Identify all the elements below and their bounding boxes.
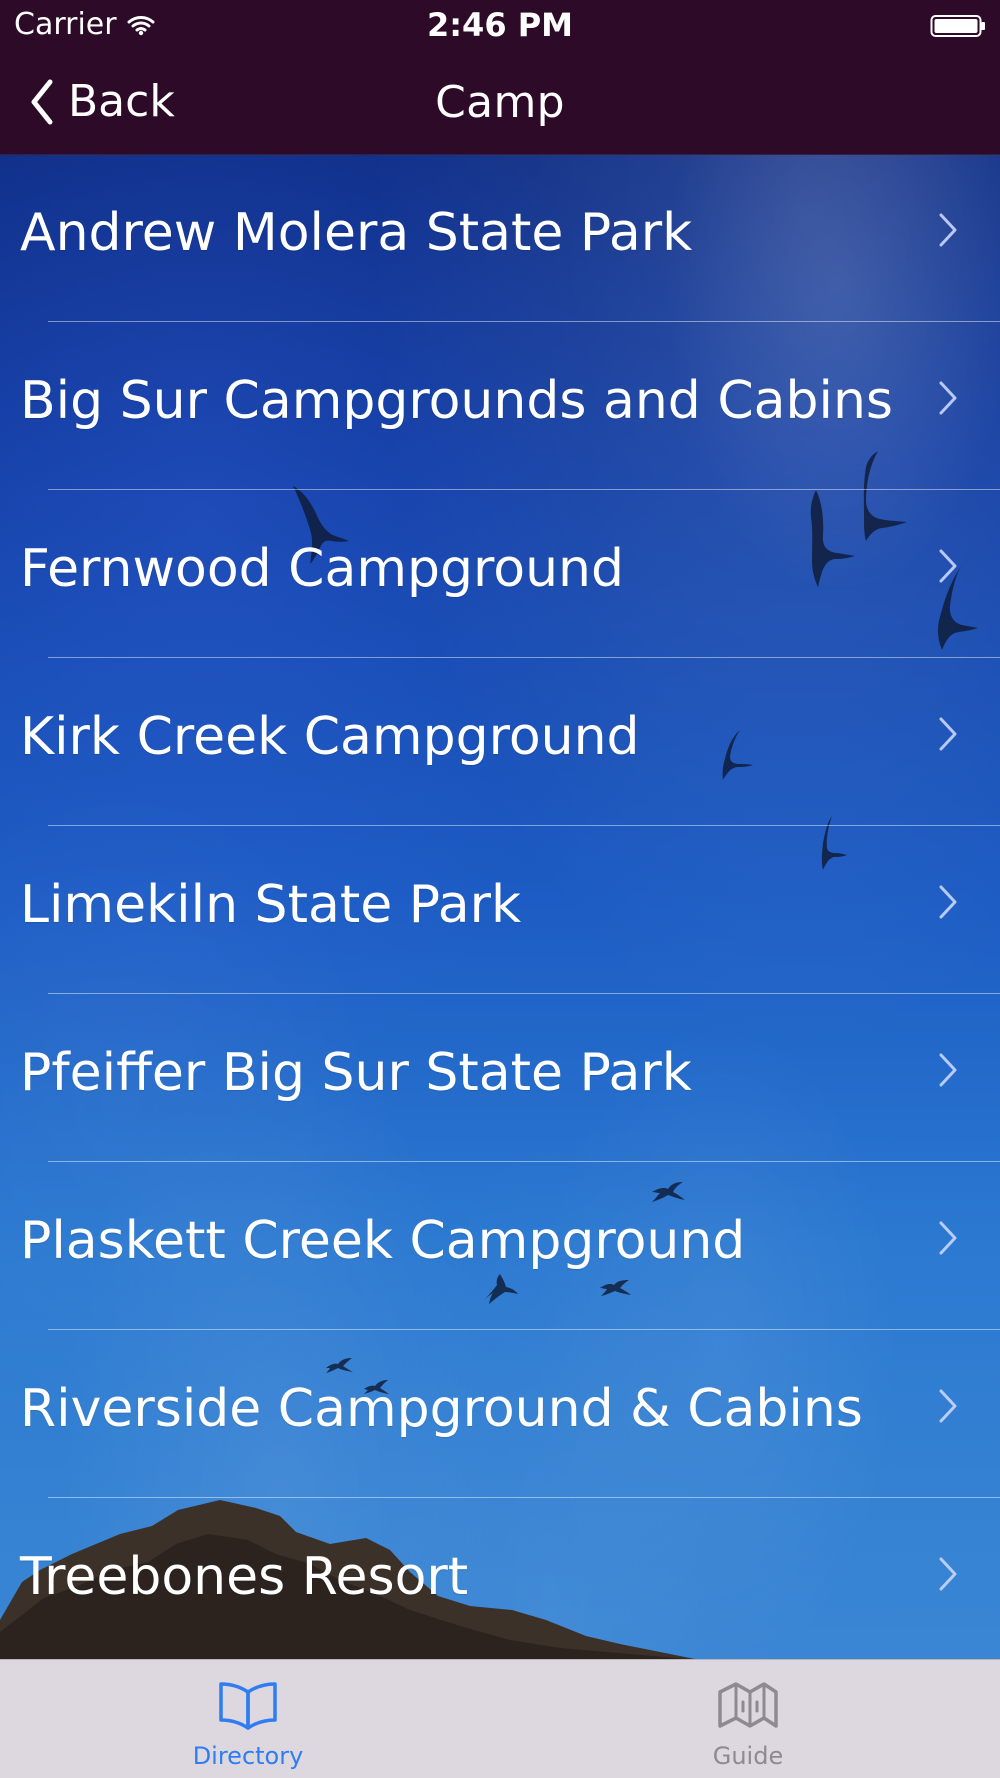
list-item-label: Kirk Creek Campground <box>20 707 640 767</box>
list-item[interactable]: Riverside Campground & Cabins <box>0 1330 1000 1498</box>
chevron-right-icon <box>938 1388 958 1424</box>
list-item-label: Andrew Molera State Park <box>20 203 693 263</box>
chevron-right-icon <box>938 380 958 416</box>
list-item[interactable]: Plaskett Creek Campground <box>0 1162 1000 1330</box>
list-item[interactable]: Treebones Resort <box>0 1498 1000 1666</box>
list-item-label: Limekiln State Park <box>20 875 522 935</box>
list-item[interactable]: Kirk Creek Campground <box>0 658 1000 826</box>
chevron-right-icon <box>938 548 958 584</box>
tab-directory[interactable]: Directory <box>138 1660 358 1778</box>
tab-bar: Directory Guide <box>0 1659 1000 1778</box>
tab-label: Guide <box>712 1742 784 1770</box>
chevron-right-icon <box>938 884 958 920</box>
list-item[interactable]: Fernwood Campground <box>0 490 1000 658</box>
list-item[interactable]: Pfeiffer Big Sur State Park <box>0 994 1000 1162</box>
page-title: Camp <box>435 77 565 128</box>
chevron-right-icon <box>938 1220 958 1256</box>
list-item-label: Fernwood Campground <box>20 539 624 599</box>
list-item-label: Pfeiffer Big Sur State Park <box>20 1043 692 1103</box>
chevron-right-icon <box>938 1052 958 1088</box>
tab-label: Directory <box>192 1742 304 1770</box>
status-time: 2:46 PM <box>426 6 574 44</box>
status-bar: Carrier 2:46 PM <box>0 0 1000 52</box>
camp-list: Andrew Molera State Park Big Sur Campgro… <box>0 154 1000 1660</box>
list-item-label: Riverside Campground & Cabins <box>20 1379 863 1439</box>
app-screen: Carrier 2:46 PM Back Camp Andrew Molera … <box>0 0 1000 1778</box>
list-item[interactable]: Big Sur Campgrounds and Cabins <box>0 322 1000 490</box>
book-icon <box>216 1676 280 1734</box>
battery-icon <box>930 14 986 38</box>
list-item-label: Plaskett Creek Campground <box>20 1211 746 1271</box>
chevron-right-icon <box>938 716 958 752</box>
list-item[interactable]: Andrew Molera State Park <box>0 154 1000 322</box>
list-item-label: Big Sur Campgrounds and Cabins <box>20 371 894 431</box>
list-item-label: Treebones Resort <box>20 1547 469 1607</box>
chevron-right-icon <box>938 1556 958 1592</box>
chevron-right-icon <box>938 212 958 248</box>
list-item[interactable]: Limekiln State Park <box>0 826 1000 994</box>
navigation-bar: Back Camp <box>0 52 1000 155</box>
tab-guide[interactable]: Guide <box>638 1660 858 1778</box>
map-icon <box>716 1676 780 1734</box>
